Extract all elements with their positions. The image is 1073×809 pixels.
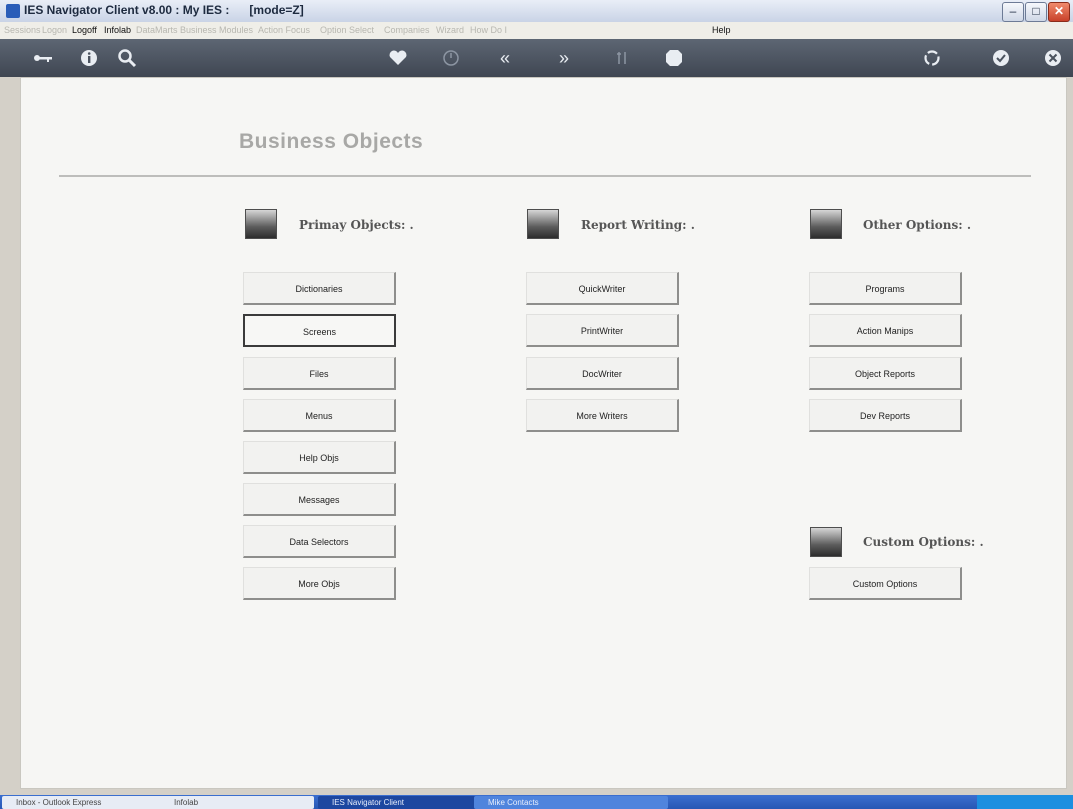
report-writing-heading: Report Writing: . <box>581 218 695 232</box>
forward-icon[interactable]: » <box>553 47 575 69</box>
object-reports-button[interactable]: Object Reports <box>809 357 962 390</box>
menu-sessions[interactable]: Sessions <box>4 25 41 35</box>
report-writing-icon <box>527 209 559 239</box>
menu-logon[interactable]: Logon <box>42 25 67 35</box>
dictionaries-button[interactable]: Dictionaries <box>243 272 396 305</box>
rewind-icon[interactable]: « <box>494 47 516 69</box>
maximize-button[interactable]: □ <box>1025 2 1047 22</box>
menu-companies[interactable]: Companies <box>384 25 430 35</box>
primary-objects-heading: Primay Objects: . <box>299 218 414 232</box>
other-options-heading: Other Options: . <box>863 218 972 232</box>
taskbar-item-outlook[interactable]: Inbox - Outlook Express <box>2 796 166 809</box>
left-panel-strip <box>0 77 20 789</box>
sort-icon[interactable] <box>611 47 633 69</box>
help-objs-button[interactable]: Help Objs <box>243 441 396 474</box>
app-icon <box>6 4 20 18</box>
menu-help[interactable]: Help <box>712 25 731 35</box>
info-icon[interactable] <box>78 47 100 69</box>
stop-icon[interactable] <box>663 47 685 69</box>
menu-business-modules[interactable]: Business Modules <box>180 25 253 35</box>
files-button[interactable]: Files <box>243 357 396 390</box>
custom-options-heading: Custom Options: . <box>863 535 984 549</box>
close-window-button[interactable]: ✕ <box>1048 2 1070 22</box>
data-selectors-button[interactable]: Data Selectors <box>243 525 396 558</box>
taskbar: Inbox - Outlook Express Infolab IES Navi… <box>0 795 1073 809</box>
system-tray <box>977 795 1073 809</box>
page-title: Business Objects <box>239 130 424 153</box>
clock-icon[interactable] <box>440 47 462 69</box>
main-content: Business Objects Primay Objects: . Dicti… <box>20 77 1067 789</box>
programs-button[interactable]: Programs <box>809 272 962 305</box>
menu-action-focus[interactable]: Action Focus <box>258 25 310 35</box>
screens-button[interactable]: Screens <box>243 314 396 347</box>
menu-datamarts[interactable]: DataMarts <box>136 25 178 35</box>
menu-option-select[interactable]: Option Select <box>320 25 374 35</box>
other-options-icon <box>810 209 842 239</box>
window-title: IES Navigator Client v8.00 : My IES : [m… <box>24 3 304 17</box>
custom-options-button[interactable]: Custom Options <box>809 567 962 600</box>
primary-objects-icon <box>245 209 277 239</box>
window-title-bar: IES Navigator Client v8.00 : My IES : [m… <box>0 0 1073 23</box>
menu-infolab[interactable]: Infolab <box>104 25 131 35</box>
key-icon[interactable] <box>32 47 54 69</box>
menu-bar: Sessions Logon Logoff Infolab DataMarts … <box>0 22 1073 40</box>
menu-how-do-i[interactable]: How Do I <box>470 25 507 35</box>
quickwriter-button[interactable]: QuickWriter <box>526 272 679 305</box>
taskbar-item-ies-navigator[interactable]: IES Navigator Client <box>318 796 482 809</box>
printwriter-button[interactable]: PrintWriter <box>526 314 679 347</box>
menu-logoff[interactable]: Logoff <box>72 25 97 35</box>
title-divider <box>59 175 1031 177</box>
check-icon[interactable] <box>990 47 1012 69</box>
dev-reports-button[interactable]: Dev Reports <box>809 399 962 432</box>
taskbar-item-mike-contacts[interactable]: Mike Contacts <box>474 796 668 809</box>
menus-button[interactable]: Menus <box>243 399 396 432</box>
action-manips-button[interactable]: Action Manips <box>809 314 962 347</box>
custom-options-icon <box>810 527 842 557</box>
heart-icon[interactable] <box>387 47 409 69</box>
more-writers-button[interactable]: More Writers <box>526 399 679 432</box>
taskbar-item-infolab[interactable]: Infolab <box>160 796 314 809</box>
close-icon[interactable] <box>1042 47 1064 69</box>
more-objs-button[interactable]: More Objs <box>243 567 396 600</box>
recycle-icon[interactable] <box>921 47 943 69</box>
toolbar: « » <box>0 39 1073 77</box>
docwriter-button[interactable]: DocWriter <box>526 357 679 390</box>
search-icon[interactable] <box>116 47 138 69</box>
minimize-button[interactable]: – <box>1002 2 1024 22</box>
messages-button[interactable]: Messages <box>243 483 396 516</box>
menu-wizard[interactable]: Wizard <box>436 25 464 35</box>
